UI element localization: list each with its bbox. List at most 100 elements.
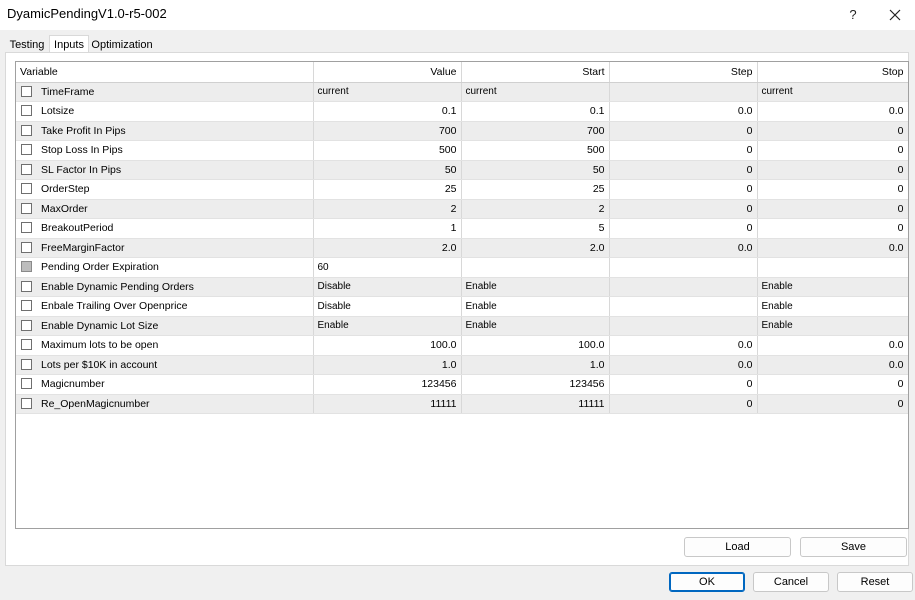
stop-cell[interactable]: Enable [757, 296, 908, 317]
stop-cell[interactable]: 0 [757, 374, 908, 395]
start-cell[interactable]: 500 [461, 140, 610, 161]
step-cell[interactable]: 0.0 [609, 335, 758, 356]
start-cell[interactable]: current [461, 82, 610, 102]
start-cell[interactable]: 0.1 [461, 101, 610, 122]
step-cell[interactable]: 0.0 [609, 238, 758, 258]
step-cell[interactable]: 0 [609, 160, 758, 180]
value-cell[interactable]: 500 [313, 140, 462, 161]
start-cell[interactable]: 50 [461, 160, 610, 180]
step-cell[interactable] [609, 277, 758, 297]
stop-cell[interactable]: 0 [757, 394, 908, 414]
stop-cell[interactable]: 0.0 [757, 101, 908, 122]
value-cell[interactable]: 50 [313, 160, 462, 180]
optimize-checkbox[interactable] [21, 378, 32, 390]
stop-cell[interactable]: 0.0 [757, 335, 908, 356]
stop-cell[interactable]: 0 [757, 160, 908, 180]
stop-cell[interactable] [757, 257, 908, 278]
table-row[interactable]: Enable Dynamic Lot Size Enable Enable Enabl… [16, 316, 908, 336]
stop-cell[interactable]: Enable [757, 316, 908, 336]
stop-cell[interactable]: current [757, 82, 908, 102]
step-cell[interactable]: 0 [609, 199, 758, 219]
value-cell[interactable]: Disable [313, 296, 462, 317]
optimize-checkbox[interactable] [21, 144, 32, 156]
start-cell[interactable]: 123456 [461, 374, 610, 395]
value-cell[interactable]: 11111 [313, 394, 462, 414]
stop-cell[interactable]: 0 [757, 121, 908, 141]
value-cell[interactable]: 1 [313, 218, 462, 239]
table-row[interactable]: BreakoutPeriod 1 5 0 0 [16, 218, 908, 239]
step-cell[interactable]: 0 [609, 394, 758, 414]
table-row[interactable]: SL Factor In Pips 50 50 0 0 [16, 160, 908, 180]
help-button[interactable]: ? [842, 4, 864, 26]
step-cell[interactable] [609, 316, 758, 336]
optimize-checkbox[interactable] [21, 358, 32, 370]
value-cell[interactable]: 123456 [313, 374, 462, 395]
value-cell[interactable]: 1.0 [313, 355, 462, 375]
stop-cell[interactable]: 0 [757, 218, 908, 239]
optimize-checkbox[interactable] [21, 222, 32, 234]
start-cell[interactable]: 2 [461, 199, 610, 219]
stop-cell[interactable]: 0.0 [757, 238, 908, 258]
table-row[interactable]: Lots per $10K in account 1.0 1.0 0.0 0.0 [16, 355, 908, 375]
step-cell[interactable]: 0.0 [609, 355, 758, 375]
step-cell[interactable] [609, 296, 758, 317]
value-cell[interactable]: 2 [313, 199, 462, 219]
optimize-checkbox[interactable] [21, 202, 32, 214]
stop-cell[interactable]: 0 [757, 179, 908, 200]
start-cell[interactable]: 2.0 [461, 238, 610, 258]
cancel-button[interactable]: Cancel [753, 572, 829, 592]
column-header-start[interactable]: Start [461, 62, 610, 83]
table-row[interactable]: Maximum lots to be open 100.0 100.0 0.0 0.0 [16, 335, 908, 356]
stop-cell[interactable]: 0 [757, 140, 908, 161]
table-row[interactable]: FreeMarginFactor 2.0 2.0 0.0 0.0 [16, 238, 908, 258]
optimize-checkbox[interactable] [21, 397, 32, 409]
column-header-stop[interactable]: Stop [757, 62, 908, 83]
stop-cell[interactable]: 0 [757, 199, 908, 219]
table-row[interactable]: Take Profit In Pips 700 700 0 0 [16, 121, 908, 141]
value-cell[interactable]: 100.0 [313, 335, 462, 356]
table-row[interactable]: Lotsize 0.1 0.1 0.0 0.0 [16, 101, 908, 122]
start-cell[interactable] [461, 257, 610, 278]
value-cell[interactable]: Disable [313, 277, 462, 297]
value-cell[interactable]: 60 [313, 257, 462, 278]
step-cell[interactable]: 0 [609, 140, 758, 161]
optimize-checkbox[interactable] [21, 300, 32, 312]
save-button[interactable]: Save [800, 537, 907, 557]
table-row[interactable]: Enable Dynamic Pending Orders Disable Enab… [16, 277, 908, 297]
step-cell[interactable]: 0 [609, 121, 758, 141]
start-cell[interactable]: 100.0 [461, 335, 610, 356]
optimize-checkbox[interactable] [21, 183, 32, 195]
ok-button[interactable]: OK [669, 572, 745, 592]
table-row[interactable]: Enbale Trailing Over Openprice Disable Ena… [16, 296, 908, 317]
optimize-checkbox[interactable] [21, 105, 32, 117]
optimize-checkbox[interactable] [21, 339, 32, 351]
optimize-checkbox[interactable] [21, 319, 32, 331]
step-cell[interactable]: 0 [609, 218, 758, 239]
step-cell[interactable] [609, 257, 758, 278]
optimize-checkbox[interactable] [21, 280, 32, 292]
start-cell[interactable]: 5 [461, 218, 610, 239]
step-cell[interactable]: 0 [609, 374, 758, 395]
start-cell[interactable]: Enable [461, 277, 610, 297]
column-header-step[interactable]: Step [609, 62, 758, 83]
start-cell[interactable]: 25 [461, 179, 610, 200]
stop-cell[interactable]: Enable [757, 277, 908, 297]
table-row[interactable]: Magicnumber 123456 123456 0 0 [16, 374, 908, 395]
step-cell[interactable]: 0.0 [609, 101, 758, 122]
load-button[interactable]: Load [684, 537, 791, 557]
start-cell[interactable]: Enable [461, 296, 610, 317]
tab-optimization[interactable]: Optimization [90, 37, 154, 53]
close-button[interactable] [884, 4, 906, 26]
column-header-variable[interactable]: Variable [16, 62, 314, 83]
table-row[interactable]: Re_OpenMagicnumber 11111 11111 0 0 [16, 394, 908, 414]
value-cell[interactable]: 25 [313, 179, 462, 200]
start-cell[interactable]: 11111 [461, 394, 610, 414]
table-row[interactable]: Pending Order Expiration 60 [16, 257, 908, 278]
optimize-checkbox[interactable] [21, 124, 32, 136]
value-cell[interactable]: 0.1 [313, 101, 462, 122]
step-cell[interactable]: 0 [609, 179, 758, 200]
tab-inputs[interactable]: Inputs [49, 35, 89, 53]
stop-cell[interactable]: 0.0 [757, 355, 908, 375]
table-row[interactable]: MaxOrder 2 2 0 0 [16, 199, 908, 219]
table-row[interactable]: OrderStep 25 25 0 0 [16, 179, 908, 200]
